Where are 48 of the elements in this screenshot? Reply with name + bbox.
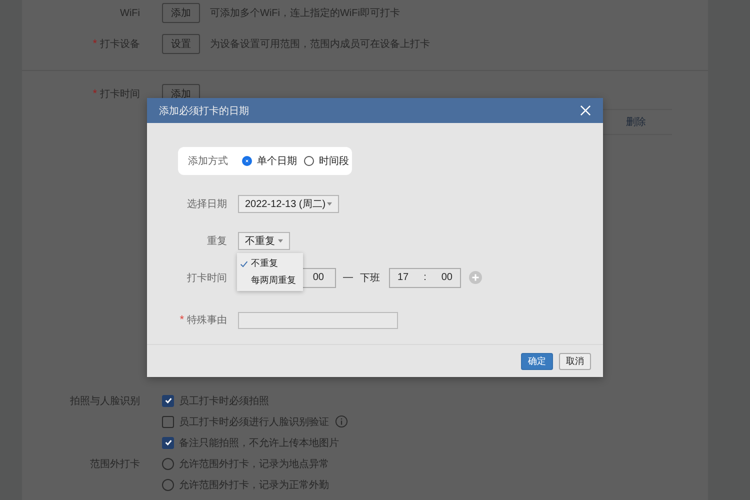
separator-text: — <box>343 272 353 284</box>
menu-item[interactable]: 不重复 <box>237 255 303 272</box>
field-label: 添加方式 <box>188 154 228 168</box>
checkbox[interactable] <box>162 436 174 448</box>
info-icon[interactable] <box>335 415 348 428</box>
field-label: 下班 <box>360 272 380 285</box>
confirm-button[interactable]: 确定 <box>521 352 553 370</box>
end-time-field[interactable]: 17 : 00 <box>389 268 461 288</box>
field-label: 拍照与人脸识别 <box>70 396 140 406</box>
field-label: 打卡设备 <box>100 39 140 50</box>
field-label: 特殊事由 <box>187 315 227 326</box>
radio-button[interactable] <box>162 478 174 490</box>
caret-icon <box>278 238 283 243</box>
checkbox[interactable] <box>162 416 174 428</box>
check-icon <box>240 260 248 268</box>
add-icon[interactable] <box>469 271 482 284</box>
field-label: 选择日期 <box>186 198 228 211</box>
hint-text: 为设备设置可用范围，范围内成员可在设备上打卡 <box>210 38 430 51</box>
field-label: 范围外打卡 <box>90 458 140 470</box>
radio-label: 允许范围外打卡，记录为正常外勤 <box>179 478 329 492</box>
field-label: 重复 <box>206 234 228 248</box>
required-marker: * <box>180 314 184 326</box>
reason-input[interactable] <box>238 312 398 329</box>
field-label: WiFi <box>120 8 140 18</box>
radio-label: 允许范围外打卡，记录为地点异常 <box>179 458 329 470</box>
date-select[interactable]: 2022-12-13 (周二) <box>238 194 339 213</box>
hint-text: 可添加多个WiFi，连上指定的WiFi即可打卡 <box>210 6 400 20</box>
radio-button[interactable] <box>242 156 252 166</box>
checkbox-label: 员工打卡时必须拍照 <box>179 394 269 408</box>
radio-button[interactable] <box>162 458 174 470</box>
radio-label: 时间段 <box>319 154 349 168</box>
cancel-button[interactable]: 取消 <box>559 352 591 370</box>
required-marker: * <box>92 38 97 50</box>
menu-item[interactable]: 每两周重复 <box>237 272 303 290</box>
checkbox[interactable] <box>162 394 174 406</box>
check-icon <box>164 438 172 447</box>
radio-label: 单个日期 <box>257 154 297 168</box>
field-label: 打卡时间 <box>186 272 228 285</box>
dialog-title: 添加必须打卡的日期 <box>159 104 249 118</box>
repeat-select[interactable]: 不重复 <box>238 232 290 250</box>
radio-button[interactable] <box>304 156 314 166</box>
field-label: 打卡时间 <box>100 89 140 100</box>
required-marker: * <box>92 88 97 100</box>
close-icon[interactable] <box>580 105 591 116</box>
checkbox-label: 员工打卡时必须进行人脸识别验证 <box>179 416 329 428</box>
checkbox-label: 备注只能拍照，不允许上传本地图片 <box>179 436 339 450</box>
caret-icon <box>327 202 332 206</box>
check-icon <box>164 396 172 405</box>
